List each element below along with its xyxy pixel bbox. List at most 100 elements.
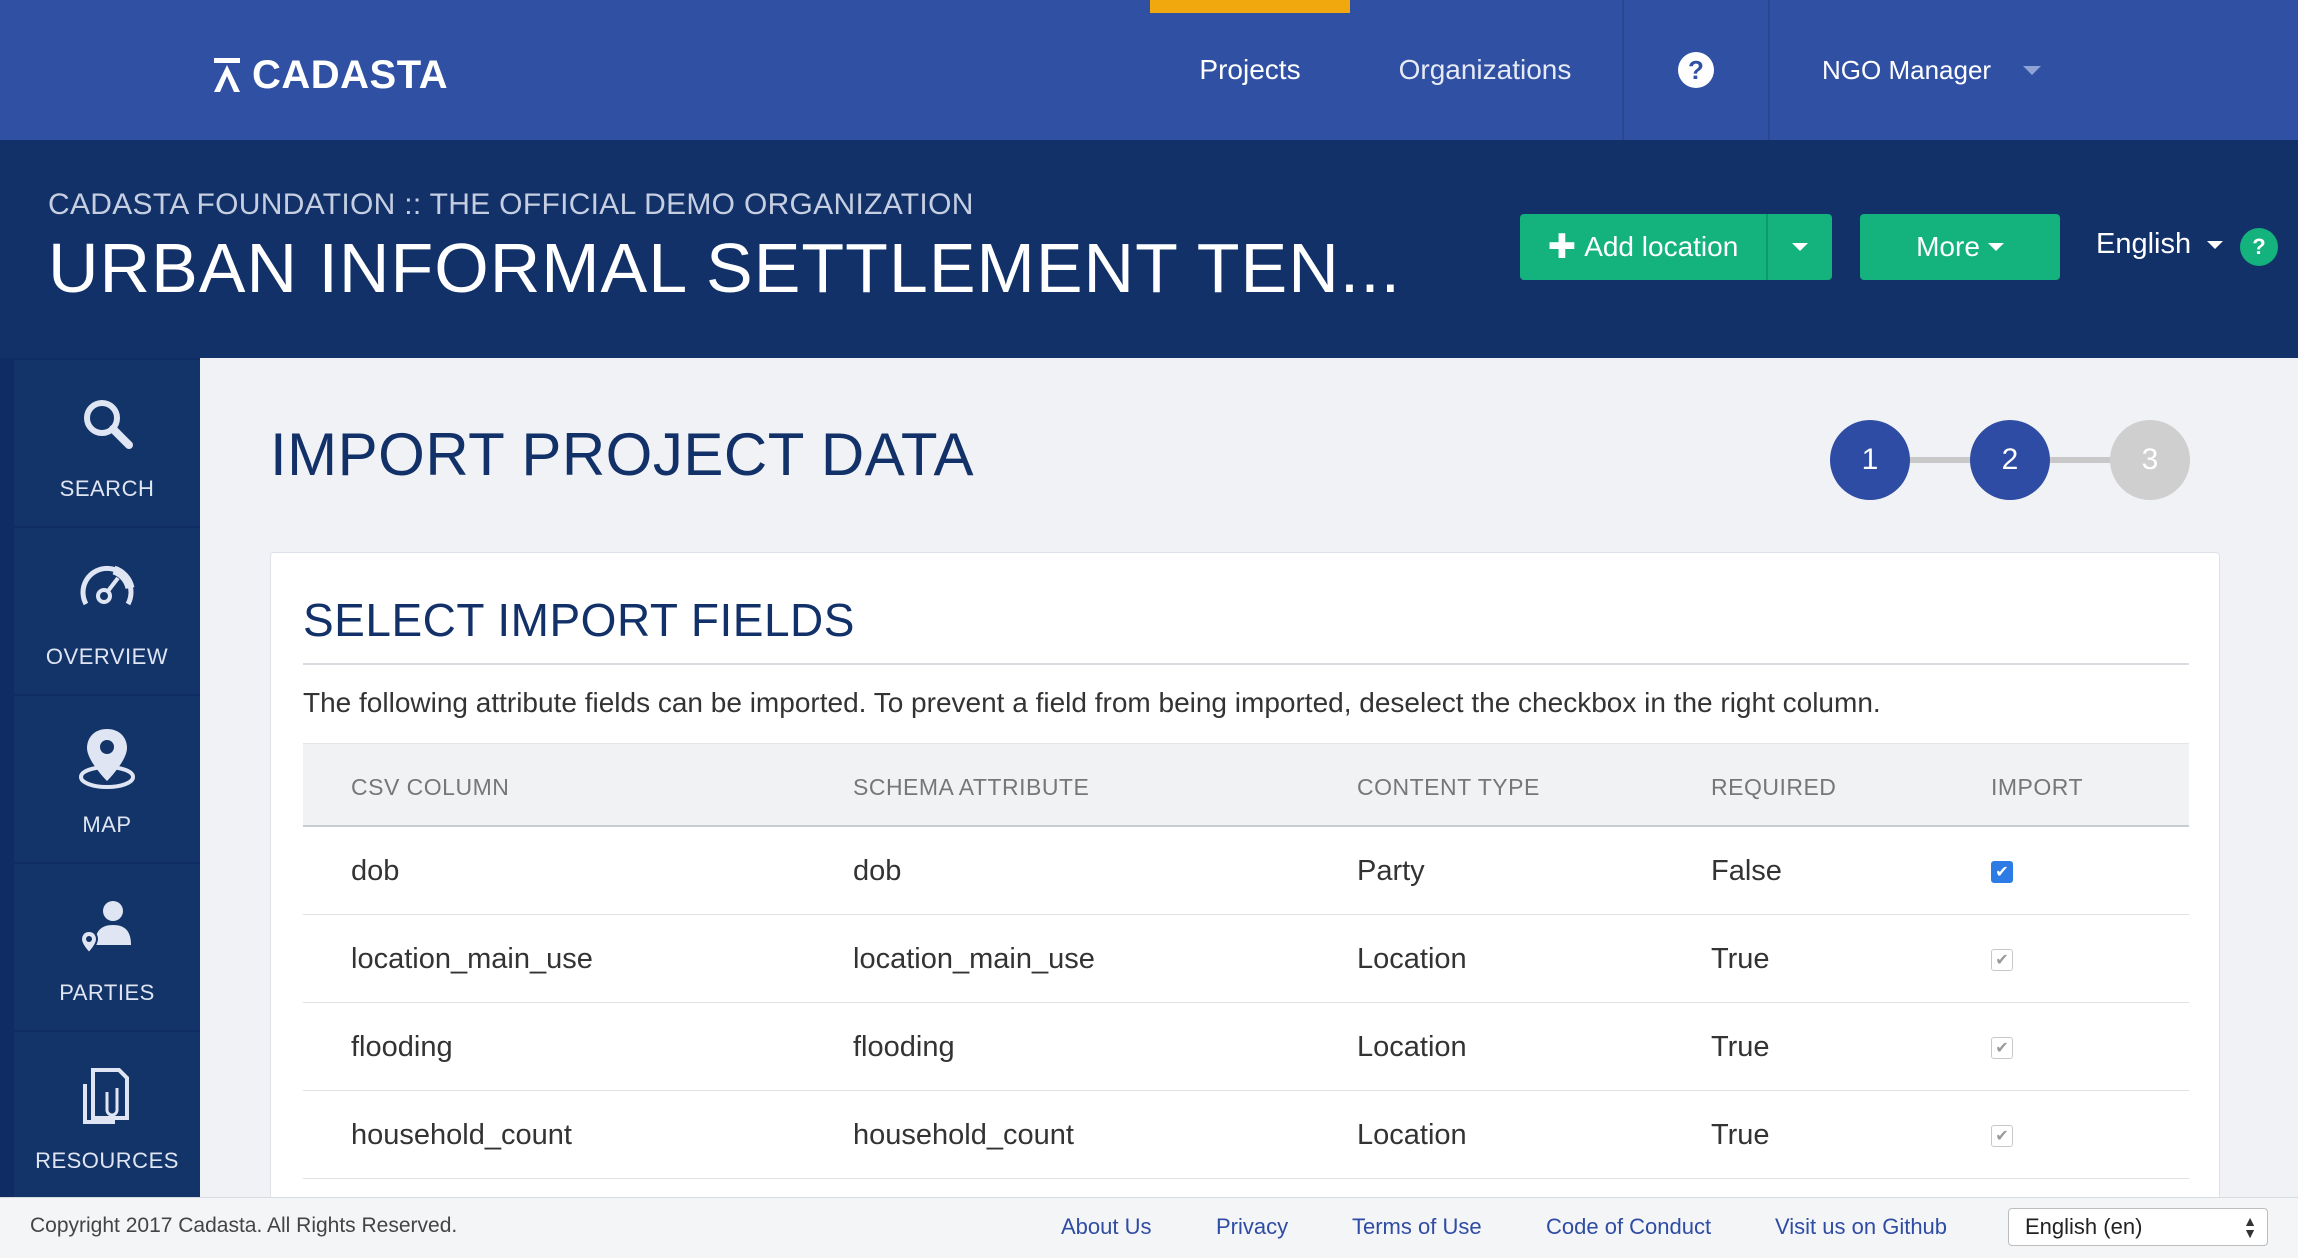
help-button[interactable]: ? <box>1624 0 1768 140</box>
step-1: 1 <box>1830 420 1910 500</box>
cadasta-logo[interactable]: CADASTA <box>212 50 448 100</box>
sidebar-item-resources[interactable]: RESOURCES <box>14 1032 200 1198</box>
content-type-cell: Location <box>1357 1031 1467 1063</box>
sidebar-item-label: RESOURCES <box>35 1148 179 1173</box>
card-description: The following attribute fields can be im… <box>303 687 1881 718</box>
dashboard-icon <box>72 556 142 626</box>
schema-attribute-cell: household_count <box>853 1119 1074 1151</box>
page-footer: Copyright 2017 Cadasta. All Rights Reser… <box>0 1197 2298 1258</box>
import-checkbox-disabled: ✔ <box>1991 1125 2013 1147</box>
content-type-cell: Location <box>1357 1119 1467 1151</box>
table-row: dob dob Party False ✔ <box>303 827 2189 915</box>
csv-column-cell: dob <box>351 855 400 887</box>
footer-link-terms[interactable]: Terms of Use <box>1352 1214 1482 1240</box>
required-cell: False <box>1711 855 1782 887</box>
user-menu[interactable]: NGO Manager <box>1822 0 2042 140</box>
checkmark-icon: ✔ <box>1995 1040 2009 1057</box>
checkmark-icon: ✔ <box>1995 1128 2009 1145</box>
sidebar-item-label: OVERVIEW <box>45 644 169 669</box>
schema-attribute-cell: dob <box>853 855 902 887</box>
nav-projects[interactable]: Projects <box>1150 0 1350 140</box>
more-button[interactable]: More <box>1860 214 2060 280</box>
chevron-down-icon <box>2207 240 2224 249</box>
content-type-cell: Location <box>1357 943 1467 975</box>
chevron-down-icon <box>1792 243 1808 251</box>
import-stepper: 1 2 3 <box>1830 420 2190 500</box>
checkmark-icon: ✔ <box>1995 864 2009 881</box>
more-label: More <box>1916 231 1980 262</box>
required-cell: True <box>1711 943 1770 975</box>
divider <box>303 663 2189 665</box>
csv-column-cell: household_count <box>351 1119 572 1151</box>
footer-link-about[interactable]: About Us <box>1061 1214 1152 1240</box>
content-type-cell: Party <box>1357 855 1425 887</box>
column-header-required: REQUIRED <box>1711 774 1837 800</box>
sidebar-item-parties[interactable]: PARTIES <box>14 864 200 1030</box>
import-fields-card: SELECT IMPORT FIELDS The following attri… <box>270 552 2220 1212</box>
user-name: NGO Manager <box>1822 54 1992 85</box>
step-2: 2 <box>1970 420 2050 500</box>
map-pin-icon <box>72 724 142 794</box>
page-title: IMPORT PROJECT DATA <box>270 421 975 488</box>
footer-language-value: English (en) <box>2025 1214 2143 1239</box>
import-checkbox-disabled: ✔ <box>1991 1037 2013 1059</box>
nav-divider <box>1768 0 1770 140</box>
import-fields-table: CSV COLUMN SCHEMA ATTRIBUTE CONTENT TYPE… <box>303 743 2189 1179</box>
nav-projects-label: Projects <box>1199 54 1301 85</box>
table-row: flooding flooding Location True ✔ <box>303 1003 2189 1091</box>
copyright-text: Copyright 2017 Cadasta. All Rights Reser… <box>30 1214 458 1237</box>
footer-language-select[interactable]: English (en) ▲ ▼ <box>2008 1208 2268 1246</box>
table-header: CSV COLUMN SCHEMA ATTRIBUTE CONTENT TYPE… <box>303 743 2189 827</box>
chevron-down-icon <box>1987 243 2004 251</box>
language-dropdown[interactable]: English <box>2096 228 2224 261</box>
chevron-down-icon <box>2023 65 2042 75</box>
schema-attribute-cell: location_main_use <box>853 943 1095 975</box>
project-sidebar: SEARCH OVERVIEW MAP PARTIES RESOURCES <box>0 358 200 1198</box>
column-header-import: IMPORT <box>1991 774 2084 800</box>
sidebar-item-label: SEARCH <box>59 476 155 501</box>
column-header-content-type: CONTENT TYPE <box>1357 774 1540 800</box>
sidebar-item-search[interactable]: SEARCH <box>14 360 200 526</box>
checkmark-icon: ✔ <box>1995 952 2009 969</box>
add-location-dropdown-toggle[interactable] <box>1766 214 1832 280</box>
footer-link-github[interactable]: Visit us on Github <box>1775 1214 1947 1240</box>
cadasta-logo-icon <box>214 58 240 92</box>
active-tab-indicator <box>1150 0 1350 13</box>
plus-icon: ✚ <box>1547 228 1577 266</box>
language-label: English <box>2096 228 2192 260</box>
add-location-button[interactable]: ✚ Add location <box>1520 214 1766 280</box>
project-title: URBAN INFORMAL SETTLEMENT TEN... <box>48 229 1402 307</box>
add-location-button-group: ✚ Add location <box>1520 214 1832 280</box>
search-icon <box>72 388 142 458</box>
import-checkbox[interactable]: ✔ <box>1991 861 2013 883</box>
sidebar-item-label: MAP <box>82 812 132 837</box>
column-header-csv: CSV COLUMN <box>351 774 510 800</box>
logo-text: CADASTA <box>252 52 449 97</box>
footer-link-code-of-conduct[interactable]: Code of Conduct <box>1546 1214 1711 1240</box>
nav-organizations-label: Organizations <box>1398 54 1572 85</box>
schema-attribute-cell: flooding <box>853 1031 955 1063</box>
document-icon <box>72 1060 142 1130</box>
sidebar-item-overview[interactable]: OVERVIEW <box>14 528 200 694</box>
card-title: SELECT IMPORT FIELDS <box>303 594 855 646</box>
select-arrows-icon: ▲ ▼ <box>2243 1213 2257 1241</box>
project-header: CADASTA FOUNDATION :: THE OFFICIAL DEMO … <box>0 140 2298 358</box>
help-icon: ? <box>1678 52 1714 88</box>
step-3: 3 <box>2110 420 2190 500</box>
organization-breadcrumb[interactable]: CADASTA FOUNDATION :: THE OFFICIAL DEMO … <box>48 188 974 222</box>
csv-column-cell: flooding <box>351 1031 453 1063</box>
nav-organizations[interactable]: Organizations <box>1370 0 1600 140</box>
required-cell: True <box>1711 1119 1770 1151</box>
add-location-label: Add location <box>1584 231 1739 262</box>
import-checkbox-disabled: ✔ <box>1991 949 2013 971</box>
person-icon <box>72 892 142 962</box>
sidebar-item-map[interactable]: MAP <box>14 696 200 862</box>
top-navbar: CADASTA Projects Organizations ? NGO Man… <box>0 0 2298 140</box>
required-cell: True <box>1711 1031 1770 1063</box>
footer-link-privacy[interactable]: Privacy <box>1216 1214 1288 1240</box>
language-help-icon[interactable]: ? <box>2240 228 2278 266</box>
csv-column-cell: location_main_use <box>351 943 593 975</box>
table-row: location_main_use location_main_use Loca… <box>303 915 2189 1003</box>
table-row: household_count household_count Location… <box>303 1091 2189 1179</box>
column-header-schema: SCHEMA ATTRIBUTE <box>853 774 1090 800</box>
